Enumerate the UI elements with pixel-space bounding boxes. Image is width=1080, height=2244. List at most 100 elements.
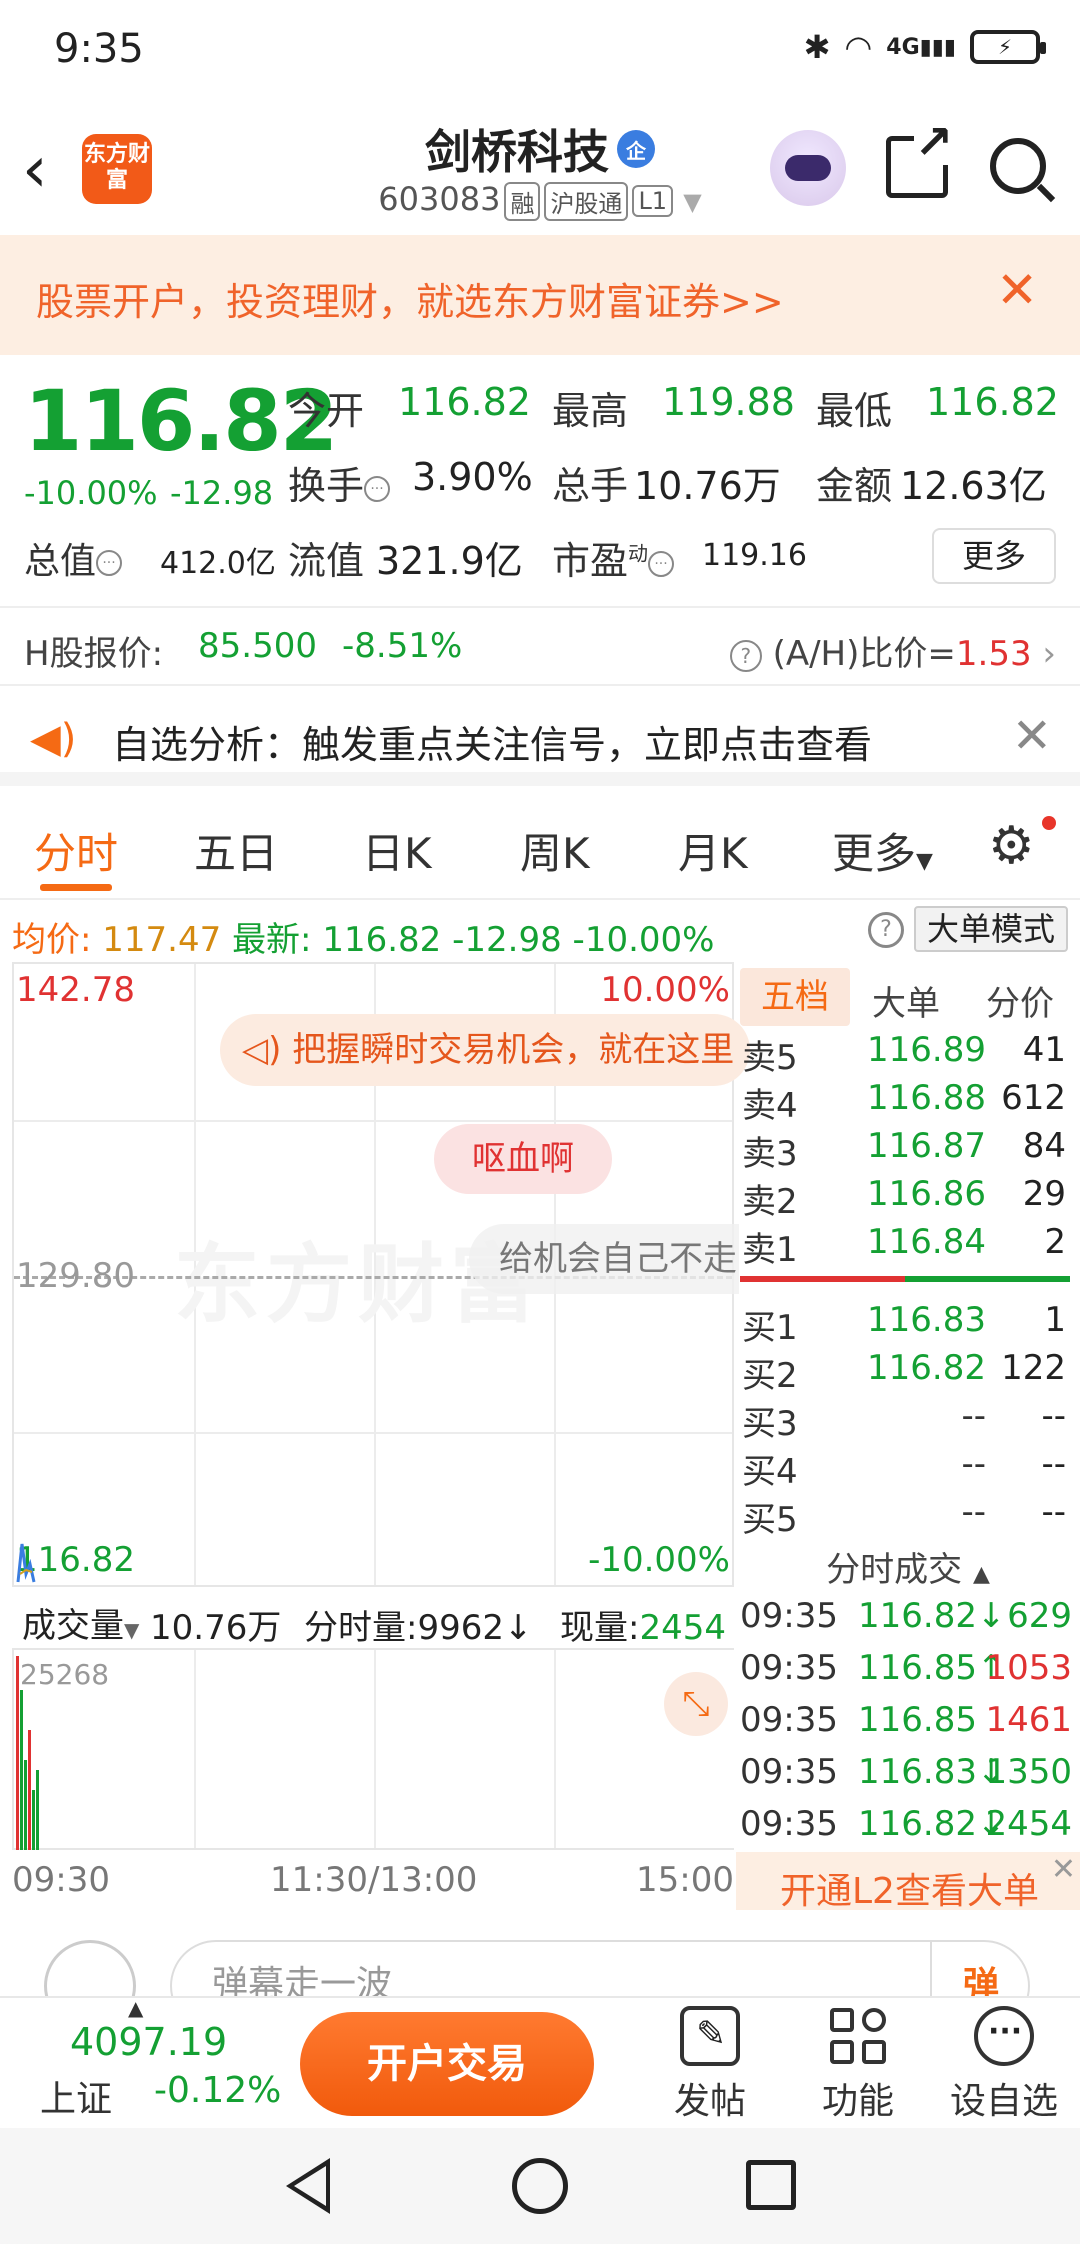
tab-monthly-k[interactable]: 月K <box>678 820 748 881</box>
index-value[interactable]: 4097.19 <box>70 2020 227 2064</box>
chart-ad-text: 把握瞬时交易机会，就在这里 <box>292 1030 735 1070</box>
status-bar: 9:35 ✱ ◠ 4G▮▮▮ ⚡ <box>0 0 1080 100</box>
nav-recents-icon[interactable] <box>746 2160 796 2210</box>
close-icon[interactable]: ✕ <box>996 265 1038 315</box>
danmu-bubble: 给机会自己不走 <box>469 1224 739 1294</box>
tab-big-orders[interactable]: 大单 <box>872 976 940 1025</box>
close-icon[interactable]: ✕ <box>1051 1852 1076 1887</box>
bid-label: 买2 <box>742 1356 798 1396</box>
tab-daily-k[interactable]: 日K <box>362 820 432 881</box>
danmu-send-button[interactable]: 弹 <box>930 1940 1030 1996</box>
ask-row[interactable]: 卖1 116.84 2 <box>736 1222 1076 1270</box>
trade-row: 09:35 116.82↓ 2454 <box>740 1804 1076 1854</box>
functions-label: 功能 <box>821 2081 894 2122</box>
index-name[interactable]: 上证 <box>40 2070 112 2122</box>
bid-row[interactable]: 买5 -- -- <box>736 1492 1076 1540</box>
intraday-chart[interactable]: 东方财富 142.78 10.00% 129.80 116.82 -10.00%… <box>12 962 750 1587</box>
bid-row[interactable]: 买4 -- -- <box>736 1444 1076 1492</box>
danmu-input[interactable]: 弹幕走一波 <box>170 1940 1030 1996</box>
trade-time: 09:35 <box>740 1752 838 1792</box>
ask-row[interactable]: 卖3 116.87 84 <box>736 1126 1076 1174</box>
avg-value: 117.47 <box>102 920 222 960</box>
danmu-toggle-icon[interactable] <box>44 1940 136 1996</box>
bid-row[interactable]: 买1 116.83 1 <box>736 1300 1076 1348</box>
trades-title[interactable]: 分时成交 ▲ <box>736 1542 1080 1591</box>
trade-volume: 1053 <box>985 1648 1072 1688</box>
avg-price-row: 均价: 117.47 最新: 116.82 -12.98 -10.00% ? 大… <box>0 900 1080 960</box>
ask-label: 卖4 <box>742 1086 798 1126</box>
volume-dropdown[interactable]: 成交量▼ <box>22 1598 139 1647</box>
expand-icon[interactable]: ⤡ <box>664 1672 728 1736</box>
volume-chart[interactable]: 25268 ⤡ <box>12 1650 734 1850</box>
float-cap-value: 321.9亿 <box>376 539 523 583</box>
gear-icon[interactable]: ⚙ <box>988 816 1035 876</box>
bid-price: -- <box>961 1396 986 1436</box>
grid-line <box>374 1650 376 1848</box>
ask-label: 卖1 <box>742 1230 798 1270</box>
ask-row[interactable]: 卖4 116.88 612 <box>736 1078 1076 1126</box>
connect-tag: 沪股通 <box>544 181 629 221</box>
bid-qty: 1 <box>1044 1300 1066 1340</box>
more-button[interactable]: 更多 <box>932 528 1056 584</box>
bid-qty: 122 <box>1001 1348 1066 1388</box>
minute-volume-value: 9962 <box>417 1608 504 1648</box>
trade-volume: 1461 <box>985 1700 1072 1740</box>
tab-intraday[interactable]: 分时 <box>34 820 118 881</box>
bid-row[interactable]: 买2 116.82 122 <box>736 1348 1076 1396</box>
big-order-mode-button[interactable]: 大单模式 <box>914 906 1068 952</box>
high-value: 119.88 <box>662 380 795 424</box>
tab-more-label: 更多 <box>832 829 917 878</box>
bid-row[interactable]: 买3 -- -- <box>736 1396 1076 1444</box>
axis-high-percent: 10.00% <box>600 970 730 1010</box>
market-cap-label[interactable]: 总值 ··· <box>24 532 123 584</box>
trade-time: 09:35 <box>740 1804 838 1844</box>
bid-price: 116.82 <box>867 1348 986 1388</box>
ah-ratio[interactable]: ? (A/H)比价=1.53 › <box>729 626 1056 675</box>
tab-price-distribution[interactable]: 分价 <box>986 976 1054 1025</box>
index-percent[interactable]: -0.12% <box>154 2070 281 2111</box>
open-account-trade-button[interactable]: 开户交易 <box>300 2012 594 2116</box>
bid-price: -- <box>961 1444 986 1484</box>
ask-row[interactable]: 卖5 116.89 41 <box>736 1030 1076 1078</box>
time-axis-start: 09:30 <box>12 1860 110 1900</box>
pe-label[interactable]: 市盈动 ··· <box>552 530 675 585</box>
ask-qty: 2 <box>1044 1222 1066 1262</box>
grid-icon <box>828 2006 888 2066</box>
ask-price: 116.84 <box>867 1222 986 1262</box>
ask-price: 116.87 <box>867 1126 986 1166</box>
info-icon: ··· <box>364 475 391 502</box>
trade-time: 09:35 <box>740 1648 838 1688</box>
nav-home-icon[interactable] <box>512 2158 568 2214</box>
turnover-label[interactable]: 换手 ··· <box>288 455 391 510</box>
l2-banner[interactable]: 开通L2查看大单 ✕ <box>736 1852 1080 1912</box>
functions-button[interactable]: 功能 <box>798 2006 918 2124</box>
ask-row[interactable]: 卖2 116.86 29 <box>736 1174 1076 1222</box>
h-share-label: H股报价: <box>24 634 164 674</box>
search-icon[interactable] <box>990 138 1046 194</box>
info-icon: ··· <box>96 550 123 576</box>
add-watchlist-button[interactable]: ··· 设自选 <box>944 2006 1064 2124</box>
status-icons: ✱ ◠ 4G▮▮▮ ⚡ <box>804 28 1046 66</box>
nav-back-icon[interactable] <box>286 2158 330 2214</box>
close-icon[interactable]: ✕ <box>1012 708 1052 764</box>
pe-value: 119.16 <box>702 538 807 573</box>
promo-banner[interactable]: 股票开户，投资理财，就选东方财富证券>> ✕ <box>0 235 1080 355</box>
tab-five-day[interactable]: 五日 <box>194 820 278 881</box>
speaker-icon: ◁) <box>242 1030 282 1070</box>
help-icon[interactable]: ? <box>868 912 904 948</box>
tab-more[interactable]: 更多▼ <box>832 820 933 881</box>
help-icon: ? <box>729 639 762 672</box>
post-button[interactable]: ✎ 发帖 <box>650 2006 770 2124</box>
chart-ad-pill[interactable]: ◁) 把握瞬时交易机会，就在这里 <box>220 1014 750 1086</box>
tab-five-levels[interactable]: 五档 <box>740 968 850 1026</box>
wifi-icon: ◠ <box>844 28 873 66</box>
analysis-notice[interactable]: ◀) 自选分析：触发重点关注信号，立即点击查看 ✕ <box>0 690 1080 786</box>
latest-change: -12.98 <box>452 920 562 960</box>
bid-qty: -- <box>1041 1492 1066 1532</box>
ai-assistant-icon[interactable] <box>770 130 846 206</box>
danmu-bubble: 呕血啊 <box>434 1124 612 1194</box>
share-icon[interactable] <box>886 119 953 198</box>
tab-weekly-k[interactable]: 周K <box>520 820 590 881</box>
danmu-bar: 弹幕走一波 弹 <box>0 1912 1080 1996</box>
h-share-row[interactable]: H股报价: 85.500 -8.51% ? (A/H)比价=1.53 › <box>0 606 1080 686</box>
